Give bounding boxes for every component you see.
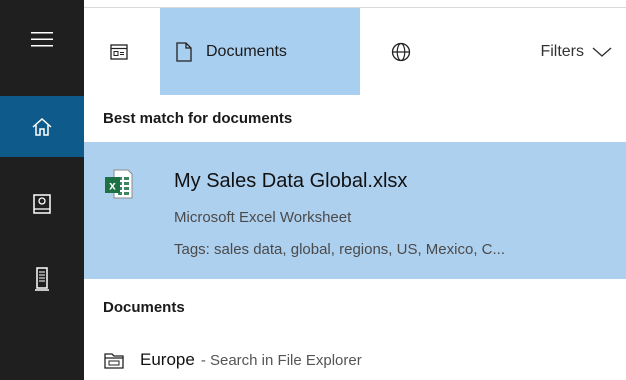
home-icon xyxy=(32,117,52,136)
notebook-icon xyxy=(33,194,51,214)
globe-icon xyxy=(391,42,411,61)
svg-text:x: x xyxy=(109,179,116,193)
filters-label: Filters xyxy=(540,42,584,60)
left-rail xyxy=(0,8,84,380)
result-file-type: Microsoft Excel Worksheet xyxy=(174,209,352,226)
excel-icon: x xyxy=(105,169,133,199)
document-icon xyxy=(176,41,192,62)
result-file-tags: Tags: sales data, global, regions, US, M… xyxy=(174,241,505,258)
result-file-name: My Sales Data Global.xlsx xyxy=(174,170,408,192)
filters-button[interactable]: Filters xyxy=(540,8,612,95)
menu-button[interactable] xyxy=(0,8,84,70)
best-match-heading: Best match for documents xyxy=(103,110,293,127)
top-edge xyxy=(0,0,626,8)
list-item-title: Europe xyxy=(140,350,195,369)
scope-tabs: Documents Filters xyxy=(84,8,626,95)
device-button[interactable] xyxy=(0,248,84,310)
file-explorer-icon xyxy=(104,353,124,369)
top-edge-dark xyxy=(0,0,84,8)
list-item[interactable]: Europe - Search in File Explorer xyxy=(84,340,626,380)
menu-icon xyxy=(31,32,53,47)
best-match-result[interactable]: x My Sales Data Global.xlsx Microsoft Ex… xyxy=(84,142,626,279)
chevron-down-icon xyxy=(592,46,612,57)
apps-icon xyxy=(110,43,128,60)
documents-heading: Documents xyxy=(103,299,185,316)
tab-documents-label: Documents xyxy=(206,42,287,60)
tab-documents[interactable]: Documents xyxy=(160,8,360,95)
home-button[interactable] xyxy=(0,96,84,157)
device-icon xyxy=(35,267,49,291)
tab-web[interactable] xyxy=(376,8,426,95)
list-item-subtitle: - Search in File Explorer xyxy=(200,351,362,369)
notebook-button[interactable] xyxy=(0,173,84,235)
tab-apps[interactable] xyxy=(94,8,144,95)
